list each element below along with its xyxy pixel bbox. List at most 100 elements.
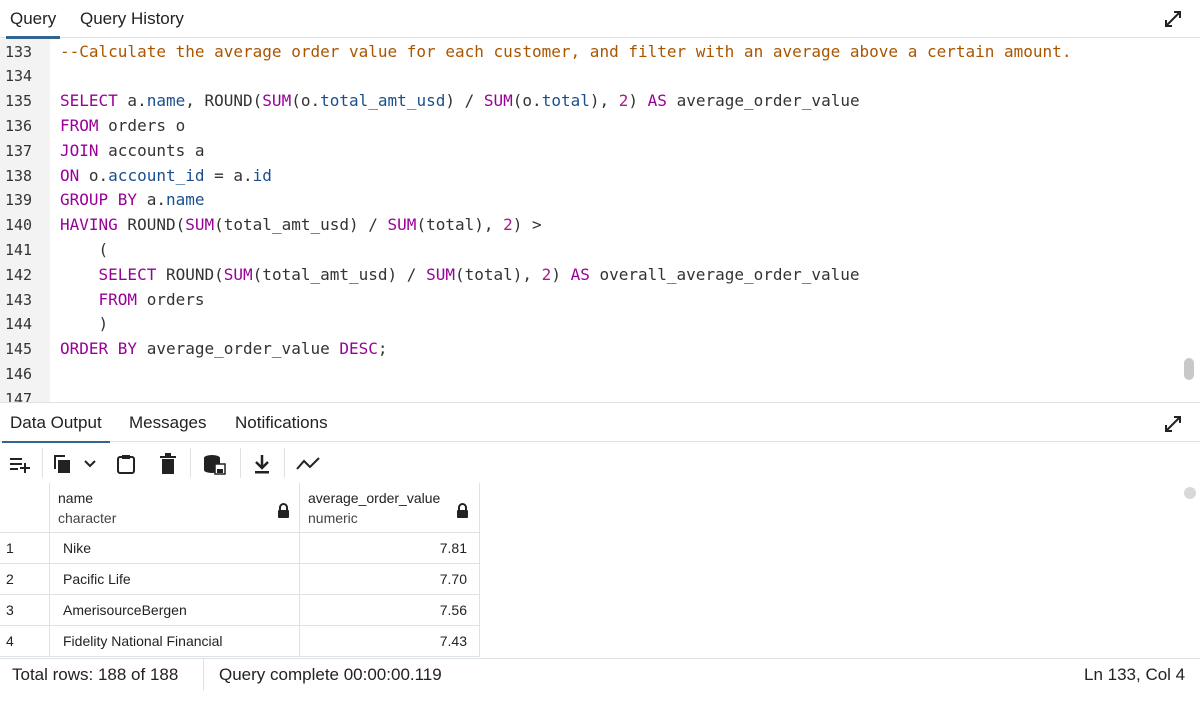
line-number: 141	[5, 240, 33, 259]
line-number: 145	[5, 340, 33, 359]
code-line[interactable]: 145 ORDER BY average_order_value DESC;	[0, 337, 1180, 362]
total-rows-status: Total rows: 188 of 188	[12, 665, 179, 684]
cell-name[interactable]: Fidelity National Financial	[50, 626, 300, 657]
code-token: ,	[185, 91, 205, 111]
cell-name[interactable]: AmerisourceBergen	[50, 595, 300, 626]
cell-average-order-value[interactable]: 7.56	[300, 595, 480, 626]
copy-icon[interactable]	[48, 450, 76, 478]
code-token: FROM	[98, 289, 138, 309]
row-number[interactable]: 1	[0, 533, 50, 564]
code-text[interactable]: (	[60, 238, 109, 263]
code-line[interactable]: 139 GROUP BY a.name	[0, 188, 1180, 213]
code-token: ORDER BY	[60, 339, 138, 359]
code-text[interactable]: GROUP BY a.name	[60, 188, 205, 213]
code-line[interactable]: 135 SELECT a.name, ROUND(SUM(o.total_amt_…	[0, 89, 1180, 114]
tab-notifications[interactable]: Notifications	[235, 403, 328, 443]
code-line[interactable]: 138 ON o.account_id = a.id	[0, 164, 1180, 189]
output-tab-bar: Data Output Messages Notifications	[0, 402, 1200, 444]
line-number: 147	[5, 389, 33, 402]
graph-visualiser-icon[interactable]	[294, 450, 322, 478]
code-token: SUM	[262, 91, 292, 111]
code-text[interactable]: FROM orders	[60, 288, 205, 313]
paste-icon[interactable]	[112, 450, 140, 478]
code-token: total_amt_usd	[320, 91, 446, 111]
editor-scrollbar[interactable]	[1184, 358, 1194, 380]
cell-average-order-value[interactable]: 7.81	[300, 533, 480, 564]
code-line[interactable]: 141 (	[0, 238, 1180, 263]
tab-messages[interactable]: Messages	[129, 403, 206, 443]
data-output-grid: name character average_order_value numer…	[0, 483, 480, 657]
line-number: 134	[5, 67, 33, 86]
code-line[interactable]: 133 --Calculate the average order value f…	[0, 40, 1180, 65]
lock-icon	[457, 503, 468, 518]
save-data-icon[interactable]	[200, 450, 228, 478]
line-number: 142	[5, 265, 33, 284]
column-header-name[interactable]: name character	[50, 483, 300, 533]
row-number[interactable]: 4	[0, 626, 50, 657]
row-number[interactable]: 3	[0, 595, 50, 626]
column-header-average-order-value[interactable]: average_order_value numeric	[300, 483, 480, 533]
code-token: a.	[117, 91, 147, 111]
code-line[interactable]: 142 SELECT ROUND(SUM(total_amt_usd) / SU…	[0, 263, 1180, 288]
expand-output-icon[interactable]	[1162, 413, 1184, 435]
delete-trash-icon[interactable]	[154, 450, 182, 478]
code-text[interactable]: JOIN accounts a	[60, 139, 205, 164]
download-icon[interactable]	[248, 450, 276, 478]
code-line[interactable]: 134	[0, 64, 1180, 89]
code-text[interactable]: SELECT a.name, ROUND(SUM(o.total_amt_usd…	[60, 89, 860, 114]
cell-name[interactable]: Pacific Life	[50, 564, 300, 595]
code-token: DESC	[339, 339, 378, 359]
code-token: ),	[589, 91, 619, 111]
cell-average-order-value[interactable]: 7.43	[300, 626, 480, 657]
code-line[interactable]: 137 JOIN accounts a	[0, 139, 1180, 164]
tab-query-history[interactable]: Query History	[80, 0, 184, 38]
code-token: AS	[647, 91, 667, 111]
table-row[interactable]: 4 Fidelity National Financial 7.43	[0, 626, 480, 657]
code-token: = a.	[204, 165, 253, 185]
column-name: name	[58, 490, 94, 506]
cell-name[interactable]: Nike	[50, 533, 300, 564]
code-token: SUM	[387, 215, 417, 235]
code-token: 2	[503, 215, 513, 235]
code-line[interactable]: 147	[0, 387, 1180, 402]
tab-query[interactable]: Query	[5, 0, 61, 39]
table-row[interactable]: 3 AmerisourceBergen 7.56	[0, 595, 480, 626]
cell-average-order-value[interactable]: 7.70	[300, 564, 480, 595]
code-token: orders	[137, 289, 205, 309]
table-row[interactable]: 2 Pacific Life 7.70	[0, 564, 480, 595]
code-token: (o.	[291, 91, 321, 111]
code-line[interactable]: 140 HAVING ROUND(SUM(total_amt_usd) / SUM…	[0, 213, 1180, 238]
code-text[interactable]: )	[60, 312, 109, 337]
code-token: ;	[377, 339, 388, 359]
sql-editor[interactable]: 133 --Calculate the average order value f…	[0, 39, 1200, 402]
code-line[interactable]: 144 )	[0, 312, 1180, 337]
code-token: (total),	[416, 215, 504, 235]
code-token: (o.	[512, 91, 542, 111]
code-text[interactable]: SELECT ROUND(SUM(total_amt_usd) / SUM(to…	[60, 263, 860, 288]
code-text[interactable]: HAVING ROUND(SUM(total_amt_usd) / SUM(to…	[60, 213, 542, 238]
expand-editor-icon[interactable]	[1162, 8, 1184, 30]
code-line[interactable]: 146	[0, 362, 1180, 387]
code-line[interactable]: 136 FROM orders o	[0, 114, 1180, 139]
code-text[interactable]: FROM orders o	[60, 114, 185, 139]
code-token: AS	[570, 264, 590, 284]
code-text[interactable]: ON o.account_id = a.id	[60, 164, 272, 189]
code-token: overall_average_order_value	[589, 264, 860, 284]
code-text[interactable]: ORDER BY average_order_value DESC;	[60, 337, 388, 362]
grid-scrollbar[interactable]	[1184, 487, 1196, 499]
code-text[interactable]: --Calculate the average order value for …	[60, 40, 1071, 65]
code-token: a.	[137, 190, 166, 210]
query-time-status: Query complete 00:00:00.119	[219, 665, 442, 684]
copy-options-chevron-down-icon[interactable]	[80, 450, 100, 478]
code-token: SUM	[426, 264, 455, 284]
table-row[interactable]: 1 Nike 7.81	[0, 533, 480, 564]
tab-data-output[interactable]: Data Output	[2, 403, 110, 444]
code-token: SELECT	[98, 264, 157, 284]
add-row-icon[interactable]	[6, 450, 34, 478]
code-line[interactable]: 143 FROM orders	[0, 288, 1180, 313]
row-number-header	[0, 483, 50, 533]
row-number[interactable]: 2	[0, 564, 50, 595]
code-token: average_order_value	[666, 91, 860, 111]
line-number: 144	[5, 315, 33, 334]
line-number: 140	[5, 216, 33, 235]
